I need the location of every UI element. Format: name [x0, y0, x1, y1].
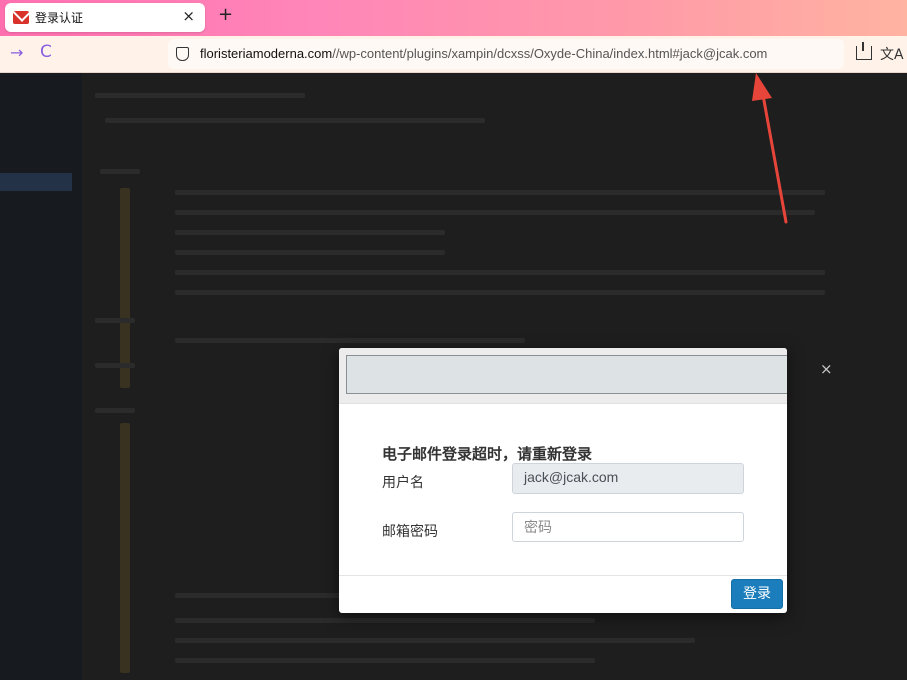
annotation-arrow-icon [752, 73, 788, 224]
